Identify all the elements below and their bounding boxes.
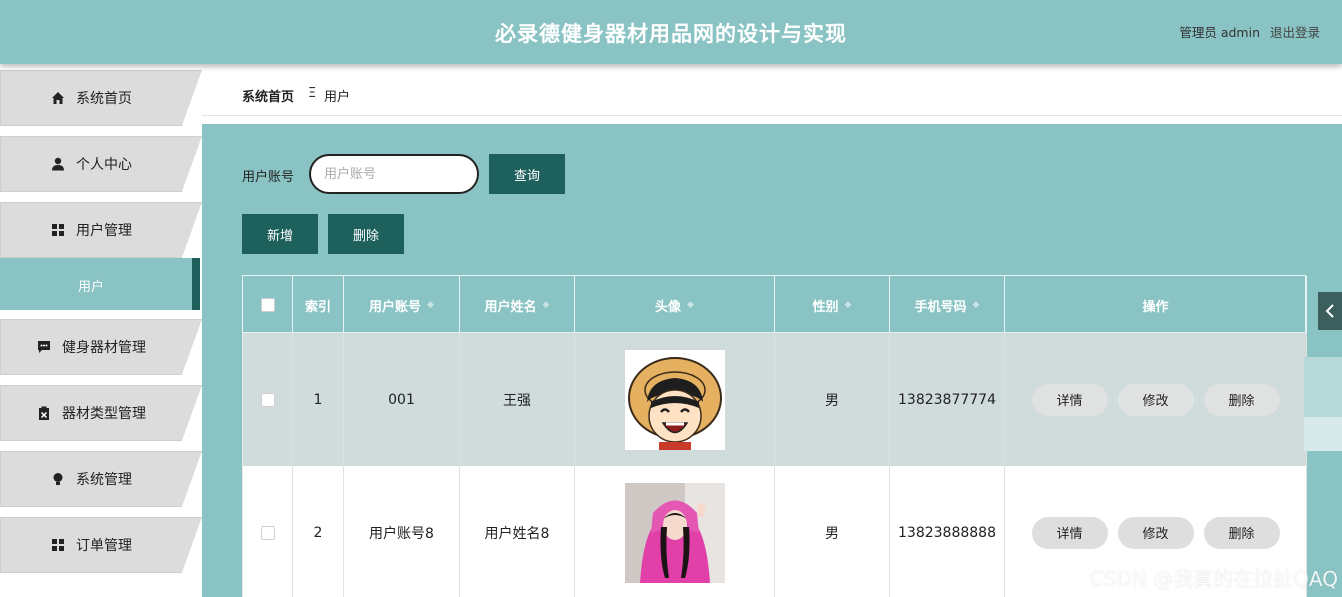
sort-icon: ◆ [687, 300, 694, 310]
user-table: 索引 用户账号 ◆ 用户姓名 ◆ 头像 ◆ 性别 ◆ 手机号码 ◆ 操作 1 001 王强 [242, 275, 1307, 597]
column-header[interactable]: 用户账号 ◆ [344, 276, 460, 334]
sidebar-item-label: 器材类型管理 [62, 406, 146, 422]
delete-button[interactable]: 删除 [1203, 516, 1280, 549]
column-header[interactable]: 头像 ◆ [575, 276, 775, 334]
bulb-icon [50, 471, 66, 487]
cell-name: 用户姓名8 [460, 466, 575, 597]
right-panel-strip [1304, 357, 1342, 417]
table-row: 1 001 王强 男 13823877774 详情 修改 删除 [242, 333, 1307, 466]
chevron-left-icon[interactable] [1318, 292, 1342, 330]
delete-button[interactable]: 删除 [1203, 383, 1280, 416]
sidebar-item-home[interactable]: 系统首页 [0, 70, 202, 126]
sidebar-item-label: 系统首页 [76, 91, 132, 107]
query-button[interactable]: 查询 [489, 154, 565, 194]
column-header[interactable]: 性别 ◆ [775, 276, 890, 334]
sidebar-item-orders[interactable]: 订单管理 [0, 517, 202, 573]
batch-delete-button[interactable]: 删除 [328, 214, 404, 254]
user-area: 管理员 admin 退出登录 [1173, 22, 1320, 41]
watermark: CSDN @我真的在拉扯QAQ [1089, 567, 1338, 591]
row-checkbox[interactable] [260, 525, 275, 540]
breadcrumb-home[interactable]: 系统首页 [242, 86, 294, 105]
column-header: 索引 [293, 276, 344, 334]
cell-name: 王强 [460, 333, 575, 466]
sidebar-item-label: 个人中心 [76, 157, 132, 173]
detail-button[interactable]: 详情 [1031, 383, 1108, 416]
cell-index: 2 [293, 466, 344, 597]
select-all-checkbox[interactable] [260, 298, 275, 312]
sidebar-item-label: 用户管理 [76, 223, 132, 239]
cell-phone: 13823877774 [890, 333, 1005, 466]
breadcrumb-separator: Ξ [308, 86, 317, 101]
column-header[interactable]: 用户姓名 ◆ [460, 276, 575, 334]
column-header: 操作 [1005, 276, 1307, 334]
sidebar-item-label: 健身器材管理 [62, 340, 146, 356]
sidebar-item-user-management[interactable]: 用户管理 [0, 202, 202, 258]
edit-button[interactable]: 修改 [1117, 383, 1194, 416]
sort-icon: ◆ [844, 300, 852, 310]
sidebar-item-equipment-type[interactable]: 器材类型管理 [0, 385, 202, 441]
logout-link[interactable]: 退出登录 [1270, 25, 1320, 40]
breadcrumb: 系统首页 Ξ 用户 [202, 70, 1342, 116]
cell-gender: 男 [775, 333, 890, 466]
sidebar-subitem-label: 用户 [77, 280, 104, 295]
role-label: 管理员 admin [1179, 25, 1260, 40]
cell-gender: 男 [775, 466, 890, 597]
breadcrumb-current: 用户 [324, 90, 351, 105]
row-checkbox[interactable] [260, 392, 275, 407]
right-panel-strip [1304, 417, 1342, 451]
active-indicator [192, 258, 200, 310]
chat-icon [36, 339, 52, 355]
top-header: 必录德健身器材用品网的设计与实现 管理员 admin 退出登录 [0, 0, 1342, 64]
cell-phone: 13823888888 [890, 466, 1005, 597]
cell-account: 用户账号8 [344, 466, 460, 597]
clipboard-icon [36, 405, 52, 421]
sort-icon: ◆ [972, 300, 980, 310]
sidebar-subitem-user[interactable]: 用户 [0, 258, 200, 310]
sidebar-item-profile[interactable]: 个人中心 [0, 136, 202, 192]
sort-icon: ◆ [427, 300, 434, 310]
home-icon [50, 90, 66, 106]
sort-icon: ◆ [542, 300, 550, 310]
search-input[interactable] [309, 154, 479, 194]
table-header: 索引 用户账号 ◆ 用户姓名 ◆ 头像 ◆ 性别 ◆ 手机号码 ◆ 操作 [242, 275, 1307, 334]
app-title: 必录德健身器材用品网的设计与实现 [495, 22, 847, 46]
cell-actions: 详情 修改 删除 [1005, 333, 1307, 466]
add-button[interactable]: 新增 [242, 214, 318, 254]
grid-icon [50, 537, 66, 553]
edit-button[interactable]: 修改 [1117, 516, 1194, 549]
cell-account: 001 [344, 333, 460, 466]
main-content: 用户账号 查询 新增 删除 索引 用户账号◆ 用户姓名◆ 头像◆ 性别◆ 手机号… [202, 124, 1342, 597]
user-icon [50, 156, 66, 172]
detail-button[interactable]: 详情 [1031, 516, 1108, 549]
search-label: 用户账号 [242, 170, 295, 185]
select-all-cell [243, 276, 293, 334]
sidebar: 系统首页 个人中心 用户管理 用户 健身器材管理 器材类型管理 系统管理 订单管… [0, 64, 202, 597]
cell-index: 1 [293, 333, 344, 466]
photo-avatar [624, 482, 725, 583]
sidebar-item-label: 订单管理 [76, 538, 132, 554]
sidebar-item-system[interactable]: 系统管理 [0, 451, 202, 507]
cartoon-avatar [624, 349, 725, 450]
sidebar-item-equipment[interactable]: 健身器材管理 [0, 319, 202, 375]
column-header[interactable]: 手机号码 ◆ [890, 276, 1005, 334]
grid-icon [50, 222, 66, 238]
sidebar-item-label: 系统管理 [76, 472, 132, 488]
